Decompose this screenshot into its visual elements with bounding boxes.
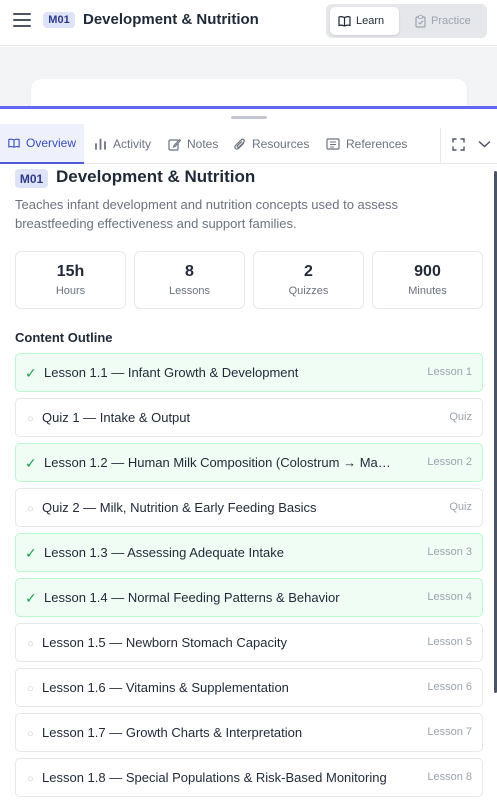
stat-value: 15h (56, 263, 85, 280)
stat-label: Quizzes (288, 285, 329, 297)
check-icon: ✓ (25, 590, 37, 606)
outline-item-label: Lesson 1.2 — Human Milk Composition (Col… (44, 455, 394, 470)
clipboard-check-icon (415, 14, 426, 28)
outline-item[interactable]: ○ Quiz 2 — Milk, Nutrition & Early Feedi… (15, 488, 483, 527)
outline-item[interactable]: ○ Lesson 1.8 — Special Populations & Ris… (15, 758, 483, 797)
stat-lessons: 8 Lessons (134, 251, 245, 309)
stat-value: 2 (304, 263, 313, 280)
menu-icon[interactable] (13, 13, 33, 27)
circle-icon: ○ (27, 638, 34, 650)
outline-item-label: Quiz 1 — Intake & Output (42, 410, 191, 425)
mode-switcher: Learn Practice (326, 4, 487, 38)
stat-label: Minutes (408, 285, 447, 297)
outline-item-kind: Quiz (449, 501, 472, 513)
pencil-icon (168, 138, 181, 151)
expand-icon[interactable] (448, 134, 468, 154)
outline-item-kind: Lesson 5 (427, 636, 472, 648)
document-icon (326, 138, 340, 150)
stat-quizzes: 2 Quizzes (253, 251, 364, 309)
tab-activity[interactable]: Activity (86, 124, 159, 164)
outline-item-label: Lesson 1.1 — Infant Growth & Development (44, 365, 299, 380)
outline-item-label: Lesson 1.3 — Assessing Adequate Intake (44, 545, 284, 560)
module-title: Development & Nutrition (56, 167, 256, 186)
outline-item[interactable]: ✓ Lesson 1.4 — Normal Feeding Patterns &… (15, 578, 483, 617)
outline-item[interactable]: ○ Lesson 1.7 — Growth Charts & Interpret… (15, 713, 483, 752)
tab-activity-label: Activity (113, 137, 152, 151)
outline-item-kind: Lesson 7 (427, 726, 472, 738)
outline-item-kind: Lesson 8 (427, 771, 472, 783)
bar-chart-icon (95, 138, 106, 150)
module-description: Teaches infant development and nutrition… (15, 197, 399, 231)
sheet-tabs: Overview Activity Notes Resources Refere… (0, 124, 497, 164)
top-header: M01 Development & Nutrition Learn Practi… (0, 0, 497, 46)
outline-item-kind: Lesson 1 (427, 366, 472, 378)
tab-overview-label: Overview (25, 136, 76, 150)
outline-item[interactable]: ○ Lesson 1.6 — Vitamins & Supplementatio… (15, 668, 483, 707)
module-code-badge: M01 (43, 12, 75, 28)
circle-icon: ○ (27, 683, 34, 695)
outline-item[interactable]: ○ Quiz 1 — Intake & Output Quiz (15, 398, 483, 437)
page-title: Development & Nutrition (83, 11, 259, 28)
outline-item-label: Lesson 1.4 — Normal Feeding Patterns & B… (44, 590, 340, 605)
tab-resources-label: Resources (252, 137, 310, 151)
outline-item-kind: Lesson 6 (427, 681, 472, 693)
circle-icon: ○ (27, 773, 34, 785)
stat-label: Hours (55, 285, 86, 297)
tab-references[interactable]: References (318, 124, 415, 164)
outline-item[interactable]: ✓ Lesson 1.3 — Assessing Adequate Intake… (15, 533, 483, 572)
check-icon: ✓ (25, 545, 37, 561)
module-stats: 15h Hours 8 Lessons 2 Quizzes 900 Minute… (15, 251, 483, 309)
stat-value: 900 (414, 263, 441, 280)
circle-icon: ○ (27, 503, 34, 515)
stat-minutes: 900 Minutes (372, 251, 483, 309)
outline-item-label: Lesson 1.7 — Growth Charts & Interpretat… (42, 725, 303, 740)
outline-item[interactable]: ✓ Lesson 1.1 — Infant Growth & Developme… (15, 353, 483, 392)
tabs-divider (440, 128, 441, 164)
circle-icon: ○ (27, 413, 34, 425)
outline-item[interactable]: ✓ Lesson 1.2 — Human Milk Composition (C… (15, 443, 483, 482)
stat-hours: 15h Hours (15, 251, 126, 309)
learn-mode-label: Learn (356, 15, 385, 27)
overview-sheet: Overview Activity Notes Resources Refere… (0, 106, 497, 805)
outline-item-label: Lesson 1.5 — Newborn Stomach Capacity (42, 635, 287, 650)
outline-item-kind: Lesson 3 (427, 546, 472, 558)
sheet-drag-handle[interactable] (231, 116, 267, 119)
tab-overview[interactable]: Overview (0, 124, 84, 164)
check-icon: ✓ (25, 365, 37, 381)
book-icon (8, 138, 20, 148)
practice-mode-label: Practice (431, 15, 471, 27)
module-code-badge: M01 (15, 169, 48, 188)
tab-notes-label: Notes (187, 137, 219, 151)
tab-notes[interactable]: Notes (160, 124, 226, 164)
outline-item-kind: Lesson 4 (427, 591, 472, 603)
outline-item-label: Lesson 1.6 — Vitamins & Supplementation (42, 680, 289, 695)
tab-references-label: References (346, 137, 408, 151)
circle-icon: ○ (27, 728, 34, 740)
page-backdrop (0, 47, 497, 119)
outline-item-kind: Quiz (449, 411, 472, 423)
check-icon: ✓ (25, 455, 37, 471)
outline-item-label: Quiz 2 — Milk, Nutrition & Early Feeding… (42, 500, 317, 515)
chevron-down-icon[interactable] (474, 134, 494, 154)
stat-value: 8 (185, 263, 194, 280)
outline-item-kind: Lesson 2 (427, 456, 472, 468)
book-open-icon (338, 16, 351, 27)
practice-mode-button[interactable]: Practice (407, 7, 483, 35)
stat-label: Lessons (169, 285, 210, 297)
outline-item-label: Lesson 1.8 — Special Populations & Risk-… (42, 770, 387, 785)
tab-resources[interactable]: Resources (226, 124, 317, 164)
paperclip-icon (234, 138, 245, 150)
learn-mode-button[interactable]: Learn (330, 7, 399, 35)
content-outline-heading: Content Outline (15, 330, 113, 345)
outline-item[interactable]: ○ Lesson 1.5 — Newborn Stomach Capacity … (15, 623, 483, 662)
